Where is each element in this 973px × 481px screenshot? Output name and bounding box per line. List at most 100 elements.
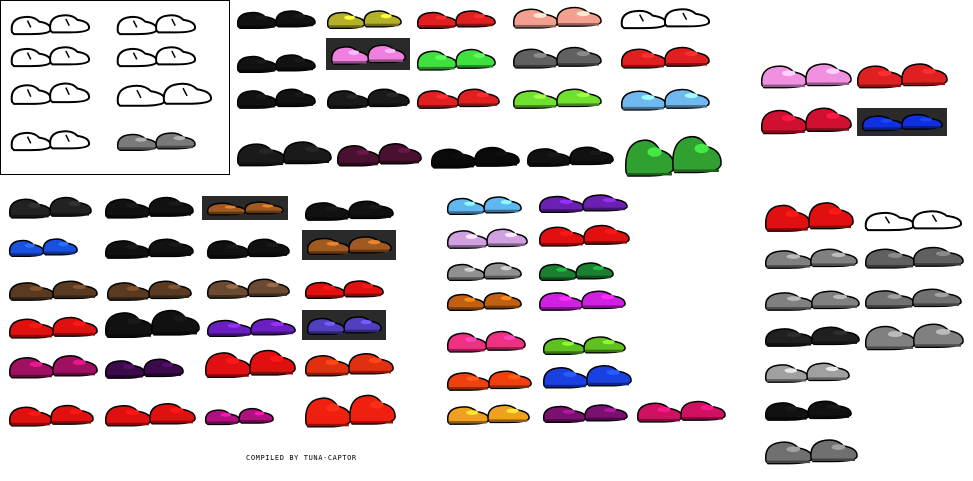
black-shoe-7-sprite [206,238,290,259]
brown-shoe-1-sole [11,297,52,300]
black-white-shoe-2-highlight [833,330,848,336]
sky-blue-shoe-sprite [446,196,522,215]
black-cleat-highlight [173,315,188,322]
black-white-shoe-2-highlight [786,332,801,337]
red-yellow-sneaker-sole [903,82,945,85]
red-boot-3-right [808,202,854,230]
red-boot-3-sprite [764,202,854,232]
black-boot-1-sole [239,162,283,166]
dark-green-shoe-sole [577,275,611,279]
brown-shoe-2-sole [150,295,189,298]
black-white-shoe-sole [307,217,348,220]
black-boot-1-right [283,141,332,165]
outline-sneaker-5-right [49,82,91,104]
lilac-shoe-highlight [465,234,478,239]
red-white-shoe-sole [11,334,52,338]
black-white-shoe-sprite [304,200,394,221]
red-shoe-2-sole [11,422,50,426]
brown-shoe-3-highlight [226,284,239,289]
dark-purple-shoe-left [336,144,381,167]
brown-sandal-panel-2-highlight [326,241,340,246]
black-cyan-shoe-highlight [547,152,560,157]
orange-red-shoe-highlight [507,374,521,380]
olive-shoe-highlight [344,15,356,20]
light-blue-shoe-highlight [641,94,655,100]
red-white-sneaker-highlight [641,52,655,58]
red-green-sneaker-highlight [782,115,796,122]
grey-shoe-3-highlight [786,254,801,259]
brown-shoe-1-highlight [72,284,86,290]
black-boot-2-highlight [451,152,465,158]
black-shoe-8-sprite [764,400,852,421]
black-white-shoe-sole [350,215,391,218]
grey-spiky-shoe-highlight [831,444,846,450]
red-orange-shoe-highlight [325,359,339,366]
grey-curl-shoe-2-sole [914,303,959,306]
hot-pink-shoe-highlight [503,335,516,341]
outline-sneaker-3-right [49,46,91,66]
pink-yellow-sneaker-sprite [760,63,852,89]
red-stripe-shoe-sole [459,103,497,106]
red-shoe-3-sprite [104,403,196,427]
red-shoe-2-sole [52,421,91,424]
black-shoe-5-highlight [28,202,41,208]
hot-pink-shoe-sprite [446,330,526,353]
red-white-shoe-sole [54,333,95,336]
magenta-small-shoe-sole [207,421,238,424]
grey-curl-shoe-sole [915,263,961,266]
magenta-small-shoe-sole [240,420,271,423]
brown-shoe-2-highlight [126,286,140,291]
outline-sneaker-5-left [10,84,52,105]
grey-shoe-2-sole [485,275,519,279]
lilac-shoe-sprite [446,228,528,249]
green-shoe-highlight [473,53,486,59]
black-shoe-3-highlight [255,94,267,99]
red-yellow-shoe-sprite [416,10,496,29]
credit-text: COMPILED BY TUNA-CAPTOR [246,454,357,462]
magenta-shoe-1-sole [11,374,52,378]
crimson-pink-shoe-sprite [636,400,726,423]
pink-yellow-sneaker-highlight [826,68,840,74]
grey-boot-sprite [864,323,964,351]
royal-blue-shoe-right [586,365,632,387]
red-orange-shoe-sole [307,372,348,376]
golden-shoe-highlight [506,408,519,414]
grey-spiky-shoe-right [810,439,858,463]
magenta-small-shoe-highlight [254,411,265,416]
red-boot-3-sole [810,225,851,229]
red-yellow-sneaker-sprite [856,63,948,89]
purple-shoe-1-highlight [270,322,284,327]
black-boot-1-highlight [305,146,320,152]
black-shoe-2-sole [277,67,313,71]
green-shoe-sole [419,66,455,70]
violet-shoe-sprite [538,194,628,213]
black-boot-1-sprite [236,141,332,167]
black-white-shoe-2-sole [767,343,811,346]
magenta-shoe-1-sprite [8,355,98,379]
red-shoe-1-highlight [323,285,335,290]
black-shoe-8-highlight [827,404,841,410]
salmon-shoe-sole [558,23,599,26]
red-boot-1-highlight [270,355,284,362]
green-gold-shoe-sole [627,173,672,176]
red-white-sneaker-sole [666,63,707,66]
red-yellow-sneaker-sole [859,84,901,88]
red-orange-shoe-highlight [368,357,382,364]
brown-shoe-3-sole [249,293,287,296]
black-shoe-8-highlight [785,406,798,411]
magenta-small-shoe-highlight [220,412,231,417]
red-shoe-3-highlight [170,407,184,414]
plum-shoe-sole [545,419,584,422]
black-shoe-1-highlight [293,14,306,19]
purple-shoe-1-sprite [206,318,296,337]
sprite-sheet: COMPILED BY TUNA-CAPTOR [0,0,973,481]
orange-red-shoe-sole [490,385,529,388]
purple-shoe-1-sole [209,333,250,336]
black-grey-shoe-sole [107,255,148,258]
red-boot-1-sole [251,371,293,375]
dark-purple-shoe-2-sprite [104,358,184,379]
brown-shoe-2-highlight [167,284,181,290]
plum-shoe-sprite [542,404,628,423]
brown-sandal-panel-sole [209,211,244,215]
grey-sneaker-sprite [116,132,196,151]
